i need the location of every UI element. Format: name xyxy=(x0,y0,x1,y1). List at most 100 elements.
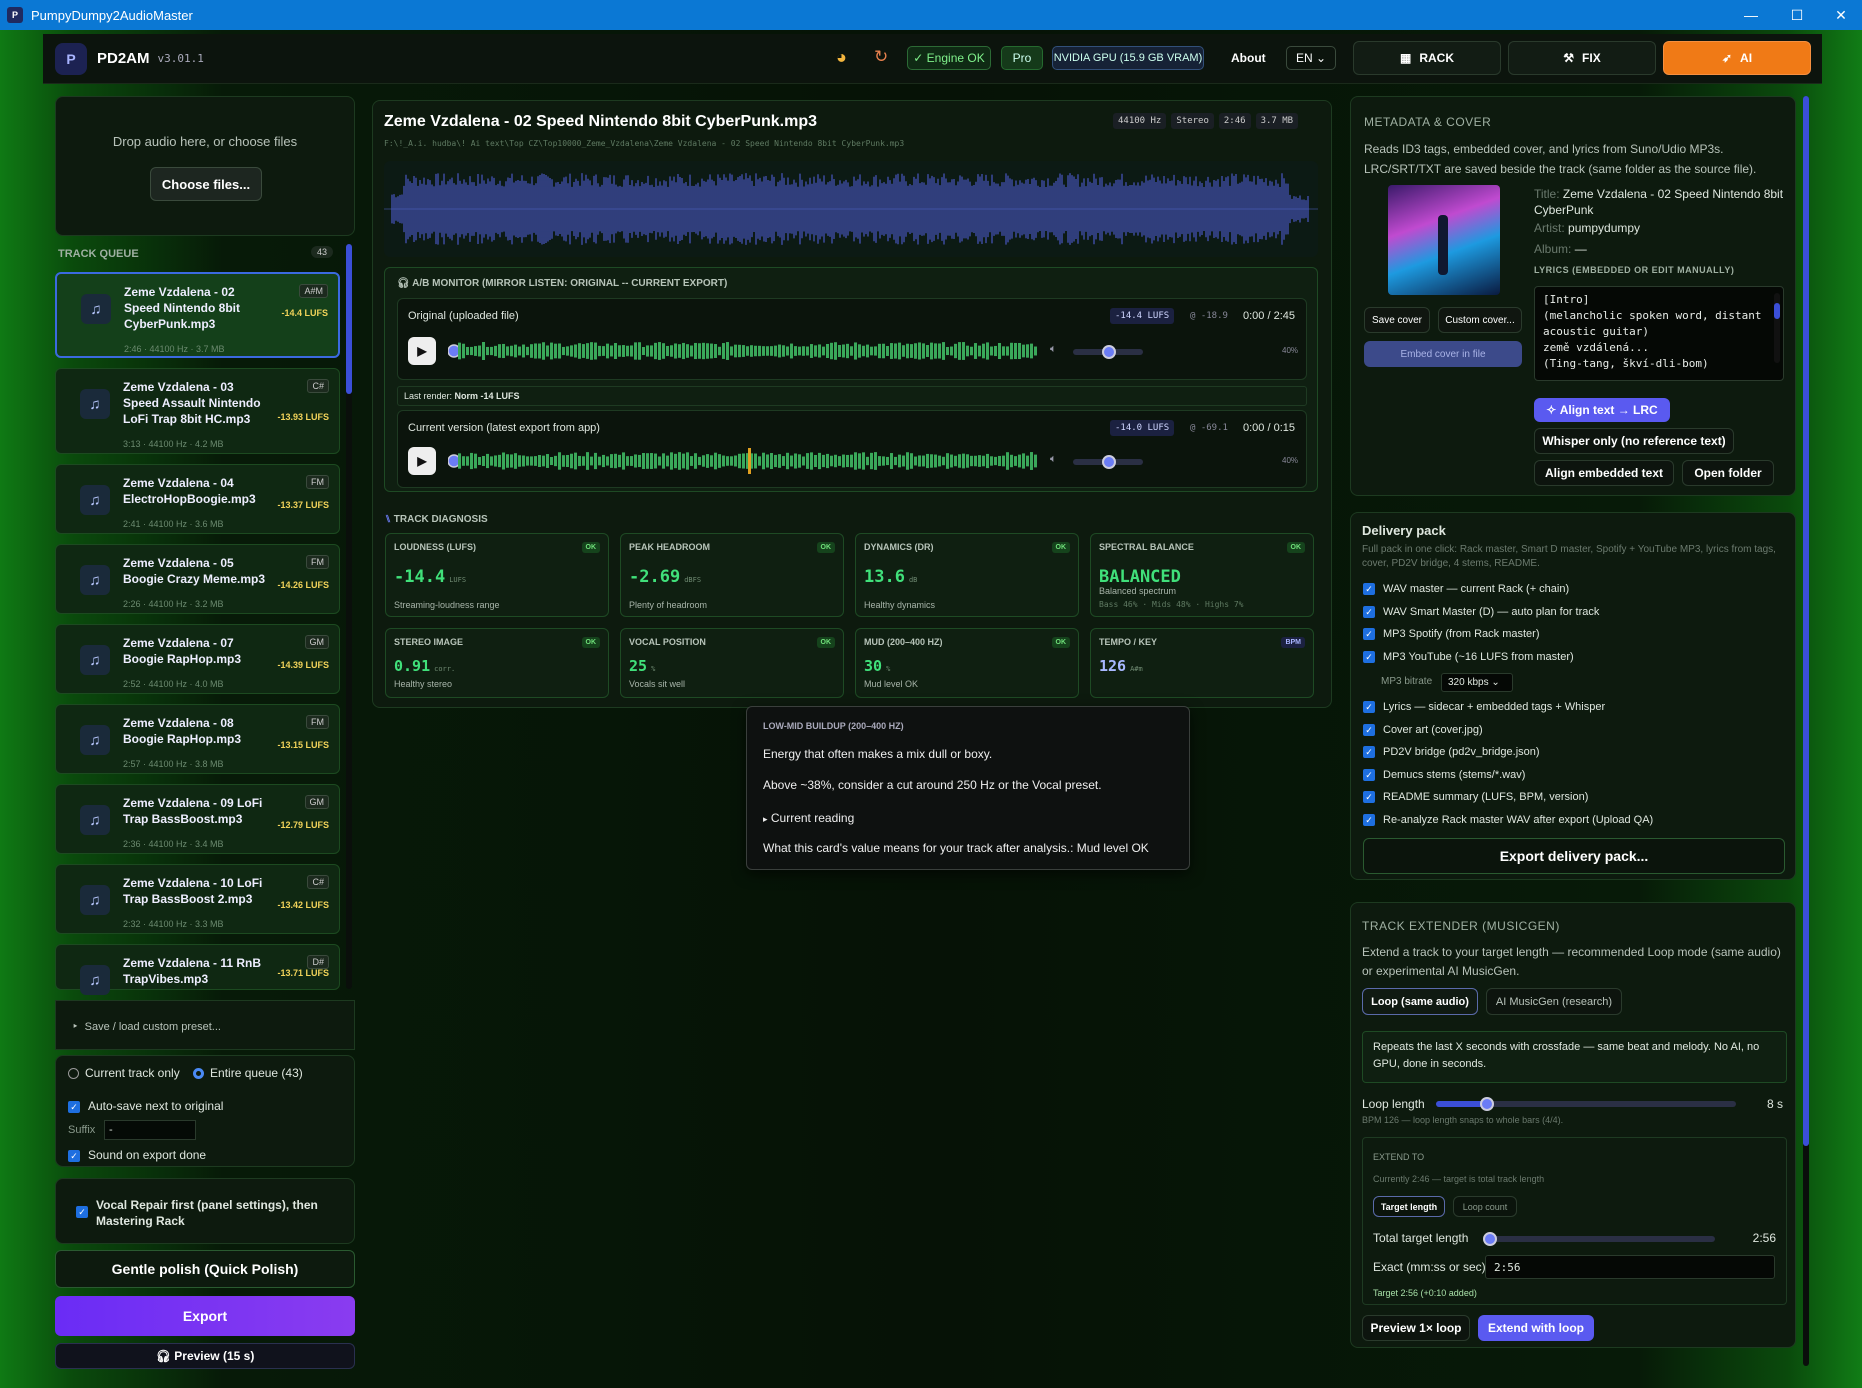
current-volume-value: 40% xyxy=(1282,456,1299,465)
card-unit: A#m xyxy=(1130,665,1143,673)
musicgen-mode-tab[interactable]: AI MusicGen (research) xyxy=(1486,988,1622,1015)
open-folder-button[interactable]: Open folder xyxy=(1682,460,1774,486)
delivery-checkbox[interactable]: ✓ Demucs stems (stems/*.wav) xyxy=(1363,769,1525,781)
tooltip-current-reading[interactable]: ▸ Current reading xyxy=(763,811,854,825)
level-bar xyxy=(838,344,841,358)
diagnosis-card[interactable]: DYNAMICS (DR) OK 13.6 dB Healthy dynamics xyxy=(855,533,1079,617)
save-cover-button[interactable]: Save cover xyxy=(1364,307,1430,333)
original-mini-waveform[interactable] xyxy=(448,337,1038,365)
close-icon[interactable]: ✕ xyxy=(1820,0,1862,30)
queue-item[interactable]: ♫ Zeme Vzdalena - 02 Speed Nintendo 8bit … xyxy=(55,272,340,358)
delivery-checkbox[interactable]: ✓ PD2V bridge (pd2v_bridge.json) xyxy=(1363,746,1540,759)
diagnosis-card[interactable]: PEAK HEADROOM OK -2.69 dBFS Plenty of headro… xyxy=(620,533,844,617)
theme-icon[interactable]: ◕ xyxy=(836,47,847,68)
delivery-checkbox[interactable]: ✓ WAV Smart Master (D) — auto plan for tr… xyxy=(1363,606,1599,618)
loop-count-tab[interactable]: Loop count xyxy=(1453,1196,1517,1217)
queue-item[interactable]: ♫ Zeme Vzdalena - 05 Boogie Crazy Meme.mp… xyxy=(55,544,340,614)
diagnosis-card[interactable]: MUD (200–400 HZ) OK 30% Mud level OK xyxy=(855,628,1079,698)
queue-item[interactable]: ♫ Zeme Vzdalena - 11 RnB TrapVibes.mp3 D# -… xyxy=(55,944,340,995)
export-button[interactable]: Export xyxy=(55,1296,355,1336)
loop-mode-tab[interactable]: Loop (same audio) xyxy=(1362,988,1478,1015)
volume-knob[interactable] xyxy=(1102,455,1116,469)
queue-item-name: Zeme Vzdalena - 02 Speed Nintendo 8bit C… xyxy=(124,285,241,331)
right-scrollbar[interactable] xyxy=(1803,96,1809,1366)
waveform[interactable] xyxy=(384,161,1318,257)
total-length-slider[interactable] xyxy=(1482,1232,1715,1246)
align-embedded-button[interactable]: Align embedded text xyxy=(1534,460,1674,486)
level-bar xyxy=(842,344,845,358)
level-bar xyxy=(1022,453,1025,469)
level-bar xyxy=(786,452,789,470)
bitrate-label: MP3 bitrate xyxy=(1381,676,1433,687)
queue-item[interactable]: ♫ Zeme Vzdalena - 09 LoFi Trap BassBoost.… xyxy=(55,784,340,854)
scope-radio-group[interactable]: Current track only Entire queue (43) xyxy=(68,1066,303,1080)
language-select[interactable]: EN ⌄ xyxy=(1286,46,1336,70)
delivery-checkbox[interactable]: ✓ MP3 YouTube (~16 LUFS from master) xyxy=(1363,651,1574,663)
diagnosis-card[interactable]: SPECTRAL BALANCE OK BALANCED Balanced spect… xyxy=(1090,533,1314,617)
queue-item[interactable]: ♫ Zeme Vzdalena - 07 Boogie RapHop.mp3 2:5… xyxy=(55,624,340,694)
refresh-icon[interactable]: ↻ xyxy=(874,47,888,67)
maximize-icon[interactable]: ☐ xyxy=(1776,0,1818,30)
key-badge: A#M xyxy=(299,284,328,298)
delivery-checkbox[interactable]: ✓ Re-analyze Rack master WAV after export… xyxy=(1363,814,1653,826)
extend-with-loop-button[interactable]: Extend with loop xyxy=(1478,1315,1594,1341)
queue-item[interactable]: ♫ Zeme Vzdalena - 04 ElectroHopBoogie.mp3… xyxy=(55,464,340,534)
exact-length-input[interactable]: 2:56 xyxy=(1485,1255,1775,1279)
card-unit: LUFS xyxy=(449,576,467,584)
volume-knob[interactable] xyxy=(1102,345,1116,359)
preset-row[interactable]: ‣ Save / load custom preset... xyxy=(55,1000,355,1050)
embed-cover-button[interactable]: Embed cover in file xyxy=(1364,341,1522,367)
diagnosis-card[interactable]: LOUDNESS (LUFS) OK -14.4 LUFS Streaming-loud… xyxy=(385,533,609,617)
rack-mode-button[interactable]: ▦ RACK xyxy=(1353,41,1501,75)
preview-button[interactable]: 🎧︎ Preview (15 s) xyxy=(55,1343,355,1369)
ai-mode-button[interactable]: ➶ AI xyxy=(1663,41,1811,75)
whisper-only-button[interactable]: Whisper only (no reference text) xyxy=(1534,428,1734,454)
queue-item[interactable]: ♫ Zeme Vzdalena - 10 LoFi Trap BassBoost … xyxy=(55,864,340,934)
level-bar xyxy=(594,342,597,360)
delivery-checkbox[interactable]: ✓ MP3 Spotify (from Rack master) xyxy=(1363,628,1539,641)
diagnosis-card[interactable]: STEREO IMAGE OK 0.91 corr. Healthy stereo xyxy=(385,628,609,698)
vocal-repair-option[interactable]: ✓ Vocal Repair first (panel settings), t… xyxy=(55,1178,355,1244)
sound-checkbox[interactable]: ✓ Sound on export done xyxy=(68,1148,206,1162)
delivery-checkbox[interactable]: ✓ WAV master — current Rack (+ chain) xyxy=(1363,583,1569,596)
level-bar xyxy=(470,346,473,356)
custom-cover-button[interactable]: Custom cover... xyxy=(1438,307,1522,333)
level-bar xyxy=(678,452,681,470)
lyrics-textarea[interactable]: [Intro] (melancholic spoken word, distant… xyxy=(1534,286,1784,381)
queue-item[interactable]: ♫ Zeme Vzdalena - 03 Speed Assault Ninten… xyxy=(55,368,340,454)
queue-item[interactable]: ♫ Zeme Vzdalena - 08 Boogie RapHop.mp3 2:5… xyxy=(55,704,340,774)
card-value: 126 xyxy=(1099,657,1127,675)
diagnosis-card[interactable]: VOCAL POSITION OK 25% Vocals sit well xyxy=(620,628,844,698)
diagnosis-card[interactable]: TEMPO / KEY BPM 126 A#m xyxy=(1090,628,1314,698)
play-button[interactable]: ▶ xyxy=(408,447,436,475)
card-title: PEAK HEADROOM xyxy=(629,542,711,552)
preview-loop-button[interactable]: Preview 1× loop xyxy=(1362,1315,1470,1341)
entire-queue-radio xyxy=(193,1068,205,1080)
autosave-checkbox[interactable]: ✓ Auto-save next to original xyxy=(68,1099,223,1113)
level-bar xyxy=(766,454,769,468)
status-badge: OK xyxy=(816,637,835,648)
level-bar xyxy=(494,345,497,357)
choose-files-button[interactable]: Choose files... xyxy=(150,167,262,201)
suffix-input[interactable]: - xyxy=(104,1120,196,1140)
level-bar xyxy=(774,345,777,357)
align-lrc-button[interactable]: ✧ Align text → LRC xyxy=(1534,398,1670,422)
lufs-value: -12.79 LUFS xyxy=(277,820,329,830)
play-button[interactable]: ▶ xyxy=(408,337,436,365)
queue-scrollbar[interactable] xyxy=(346,244,352,989)
export-delivery-button[interactable]: Export delivery pack... xyxy=(1363,838,1785,874)
bitrate-select[interactable]: 320 kbps ⌄ xyxy=(1441,673,1513,692)
drop-zone[interactable]: Drop audio here, or choose files Choose … xyxy=(55,96,355,236)
delivery-checkbox[interactable]: ✓ Cover art (cover.jpg) xyxy=(1363,724,1483,736)
loop-length-slider[interactable] xyxy=(1436,1097,1736,1111)
level-bar xyxy=(914,456,917,466)
fix-mode-button[interactable]: ⚒ FIX xyxy=(1508,41,1656,75)
about-link[interactable]: About xyxy=(1231,51,1266,65)
minimize-icon[interactable]: — xyxy=(1730,0,1772,30)
current-mini-waveform[interactable] xyxy=(448,447,1038,475)
gentle-polish-button[interactable]: Gentle polish (Quick Polish) xyxy=(55,1250,355,1288)
delivery-checkbox[interactable]: ✓ README summary (LUFS, BPM, version) xyxy=(1363,791,1588,804)
level-bar xyxy=(698,343,701,359)
target-length-tab[interactable]: Target length xyxy=(1373,1196,1445,1217)
delivery-checkbox[interactable]: ✓ Lyrics — sidecar + embedded tags + Whis… xyxy=(1363,701,1605,714)
